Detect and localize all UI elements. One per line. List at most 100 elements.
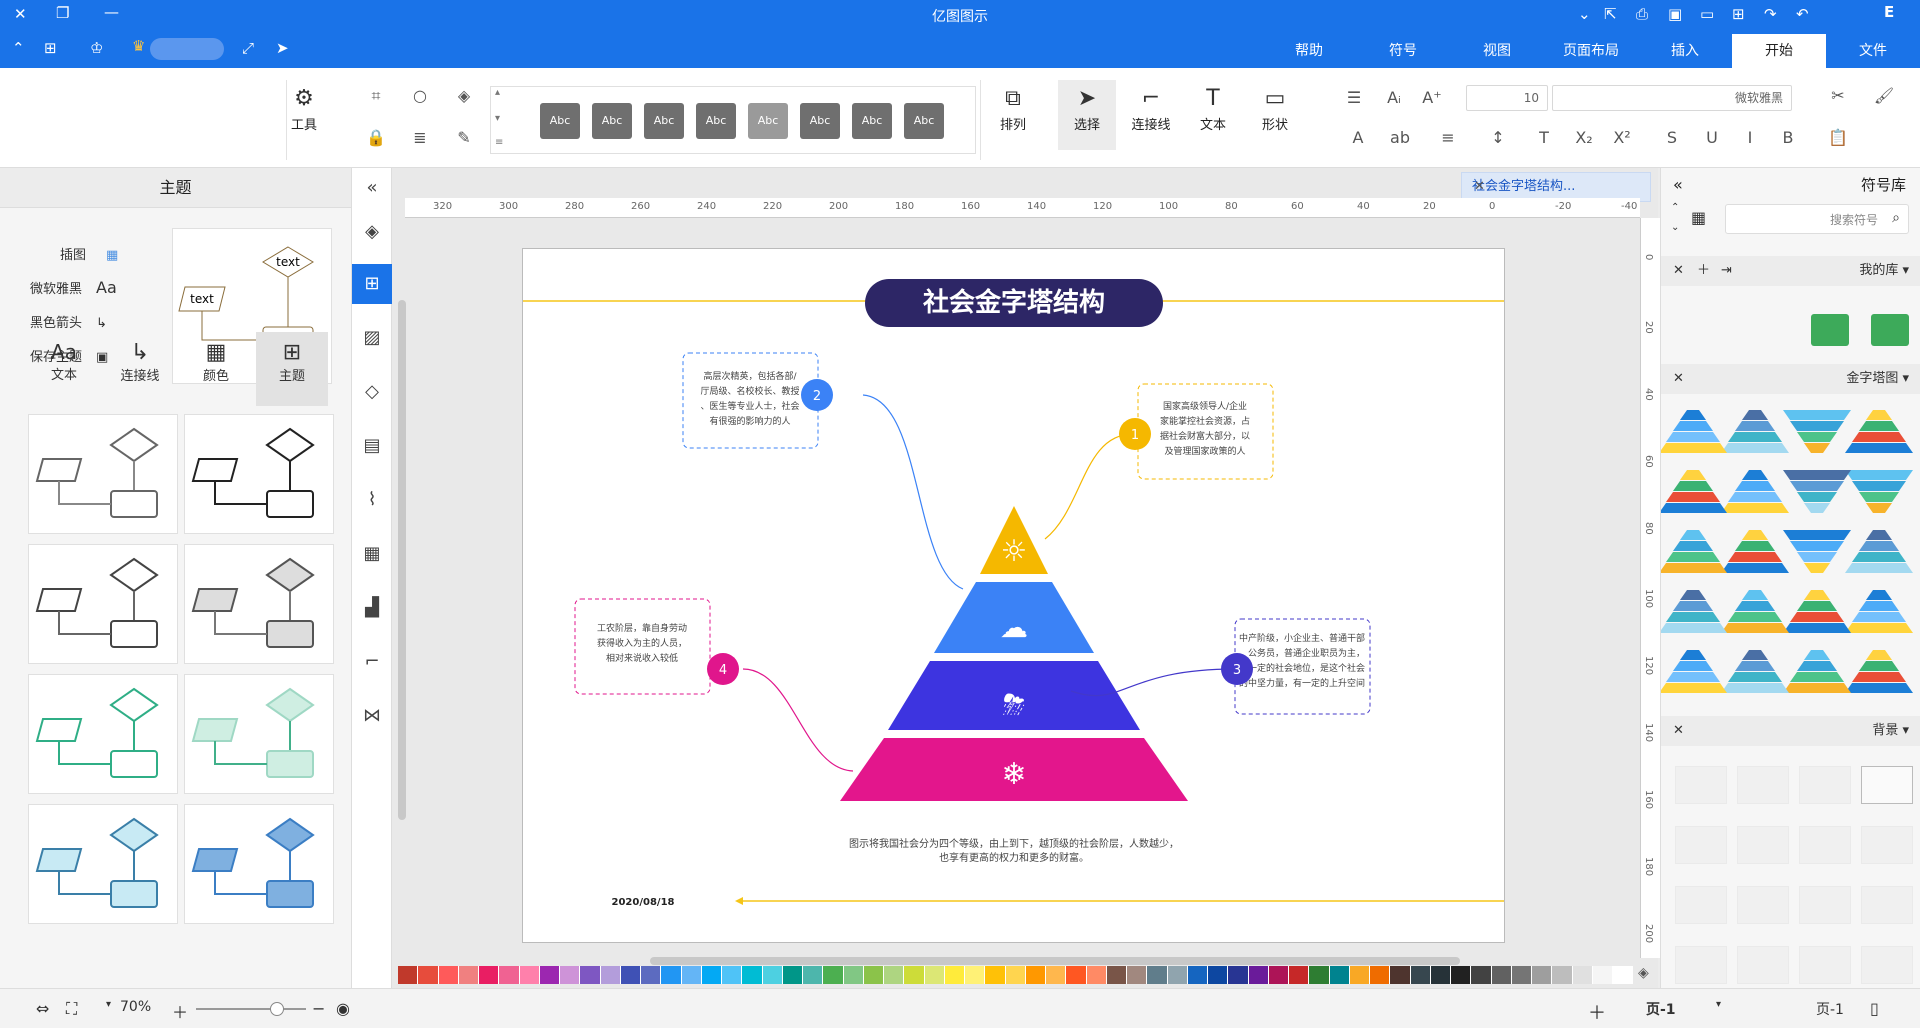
style-chip[interactable]: Abc [696, 103, 736, 139]
background-symbol[interactable] [1799, 946, 1851, 984]
font-family-select[interactable]: 微软雅黑 [1552, 85, 1792, 111]
text-button[interactable]: T 文本 [1190, 84, 1236, 133]
palette-swatch[interactable] [1086, 966, 1107, 984]
pyramid-symbol[interactable] [1845, 590, 1913, 633]
zoom-menu-icon[interactable]: ▾ [106, 999, 111, 1010]
palette-swatch[interactable] [843, 966, 864, 984]
page-tab[interactable]: 页-1 [1646, 999, 1676, 1019]
redo-icon[interactable]: ↷ [1764, 6, 1777, 22]
circle-icon[interactable]: ○ [408, 86, 432, 105]
fill-icon[interactable]: ◈ [452, 86, 476, 105]
chart-tool-icon[interactable]: ⌇ [352, 480, 392, 520]
callout-box-2[interactable] [682, 352, 819, 449]
palette-swatch[interactable] [1187, 966, 1208, 984]
symbol-search[interactable]: ⌕ 搜索符号 [1725, 204, 1909, 234]
palette-swatch[interactable] [560, 966, 581, 984]
palette-swatch[interactable] [1046, 966, 1067, 984]
fullscreen-icon[interactable]: ⛶ [66, 999, 77, 1019]
theme-card[interactable] [28, 544, 178, 664]
horizontal-scrollbar[interactable] [650, 957, 1460, 965]
pyramid-symbol[interactable] [1845, 410, 1913, 453]
page-menu-icon[interactable]: ▾ [1716, 999, 1721, 1010]
subscript-icon[interactable]: X₂ [1572, 128, 1596, 147]
user-avatar[interactable] [150, 38, 224, 60]
background-symbol[interactable] [1737, 946, 1789, 984]
gallery-up-icon[interactable]: ▴ [495, 87, 500, 98]
theme-card[interactable] [28, 414, 178, 534]
pyramid-symbol[interactable] [1721, 650, 1789, 693]
font-shrink-icon[interactable]: Aᵢ [1382, 88, 1406, 107]
background-symbol[interactable] [1675, 886, 1727, 924]
palette-swatch[interactable] [458, 966, 479, 984]
connector-button[interactable]: ⌐ 连接线 [1126, 84, 1176, 133]
palette-swatch[interactable] [1248, 966, 1269, 984]
font-size-select[interactable]: 10 [1466, 85, 1548, 111]
close-tab-icon[interactable]: ✕ [1474, 173, 1485, 201]
palette-swatch[interactable] [479, 966, 500, 984]
pyramid-symbol[interactable] [1661, 650, 1727, 693]
theme-tab-color[interactable]: ▦ 颜色 [180, 332, 252, 406]
theme-card[interactable] [28, 804, 178, 924]
chevron-down-icon[interactable]: ⌄ [1578, 6, 1591, 22]
pyramid-symbol[interactable] [1783, 650, 1851, 693]
gallery-down-icon[interactable]: ▾ [495, 113, 500, 124]
library-icon[interactable]: ▦ [1691, 208, 1706, 227]
palette-swatch[interactable] [499, 966, 520, 984]
palette-swatch[interactable] [1329, 966, 1350, 984]
arrange-button[interactable]: ⧉ 排列 [990, 84, 1036, 133]
background-symbol[interactable] [1675, 946, 1727, 984]
frame-tool-icon[interactable]: ▟ [352, 588, 392, 628]
background-symbol[interactable] [1799, 886, 1851, 924]
lock-icon[interactable]: 🔒 [364, 128, 388, 147]
palette-swatch[interactable] [600, 966, 621, 984]
shirt-icon[interactable]: ♔ [90, 40, 103, 56]
format-tool-icon[interactable]: ⌐ [352, 642, 392, 682]
text-case-icon[interactable]: ab [1388, 128, 1412, 147]
tab-file[interactable]: 文件 [1826, 34, 1920, 68]
palette-swatch[interactable] [1451, 966, 1472, 984]
palette-swatch[interactable] [1268, 966, 1289, 984]
theme-option-font[interactable]: 微软雅黑 Aa [30, 278, 117, 297]
text-format-icon[interactable]: T [1532, 128, 1556, 147]
strikethrough-icon[interactable]: S [1660, 128, 1684, 147]
pyramid-category-header[interactable]: 金字塔图 ▾ ✕ [1661, 364, 1920, 394]
caption-line-2[interactable]: 也享有更高的权力和更多的财富。 [939, 851, 1089, 864]
palette-swatch[interactable] [762, 966, 783, 984]
scissors-icon[interactable]: ✂ [1826, 86, 1850, 105]
palette-swatch[interactable] [1430, 966, 1451, 984]
palette-swatch[interactable] [398, 966, 419, 984]
shape-button[interactable]: ▭ 形状 [1252, 84, 1298, 133]
pyramid-symbol[interactable] [1721, 470, 1789, 513]
theme-tab-theme[interactable]: ⊞ 主题 [256, 332, 328, 406]
scroll-down-icon[interactable]: ⌄ [1671, 222, 1679, 233]
pyramid-symbol[interactable] [1783, 530, 1851, 573]
undo-icon[interactable]: ↶ [1796, 6, 1809, 22]
my-library-header[interactable]: 我的库 ▾ ✕ ＋ ⇥ [1661, 256, 1920, 286]
pyramid-symbol[interactable] [1721, 530, 1789, 573]
palette-swatch[interactable] [580, 966, 601, 984]
layers-tool-icon[interactable]: ◇ [352, 372, 392, 412]
palette-swatch[interactable] [1147, 966, 1168, 984]
share-icon[interactable]: ⤢ [242, 40, 254, 56]
clipboard-icon[interactable]: 📋 [1826, 128, 1850, 147]
tab-page-layout[interactable]: 页面布局 [1544, 34, 1638, 68]
zoom-slider-thumb[interactable] [270, 1002, 284, 1016]
vertical-scrollbar[interactable] [398, 300, 406, 820]
diagram-page[interactable]: 社会金字塔结构 ☼ ☁ ⛈ ❄ 国家高级领导人/企业 家能掌控社会资源，占 据社会财… [522, 248, 1505, 943]
background-symbol[interactable] [1861, 826, 1913, 864]
palette-swatch[interactable] [1106, 966, 1127, 984]
theme-card[interactable] [28, 674, 178, 794]
palette-swatch[interactable] [1410, 966, 1431, 984]
style-chip[interactable]: Abc [748, 103, 788, 139]
palette-swatch[interactable] [1349, 966, 1370, 984]
pen-icon[interactable]: ✎ [452, 128, 476, 147]
palette-swatch[interactable] [1613, 966, 1634, 984]
print-icon[interactable]: ⎙ [1636, 6, 1648, 22]
open-icon[interactable]: ▭ [1700, 6, 1714, 22]
save-icon[interactable]: ▣ [1668, 6, 1682, 22]
palette-swatch[interactable] [722, 966, 743, 984]
palette-swatch[interactable] [438, 966, 459, 984]
palette-swatch[interactable] [944, 966, 965, 984]
add-library-icon[interactable]: ＋ [1697, 256, 1710, 286]
background-symbol[interactable] [1675, 826, 1727, 864]
